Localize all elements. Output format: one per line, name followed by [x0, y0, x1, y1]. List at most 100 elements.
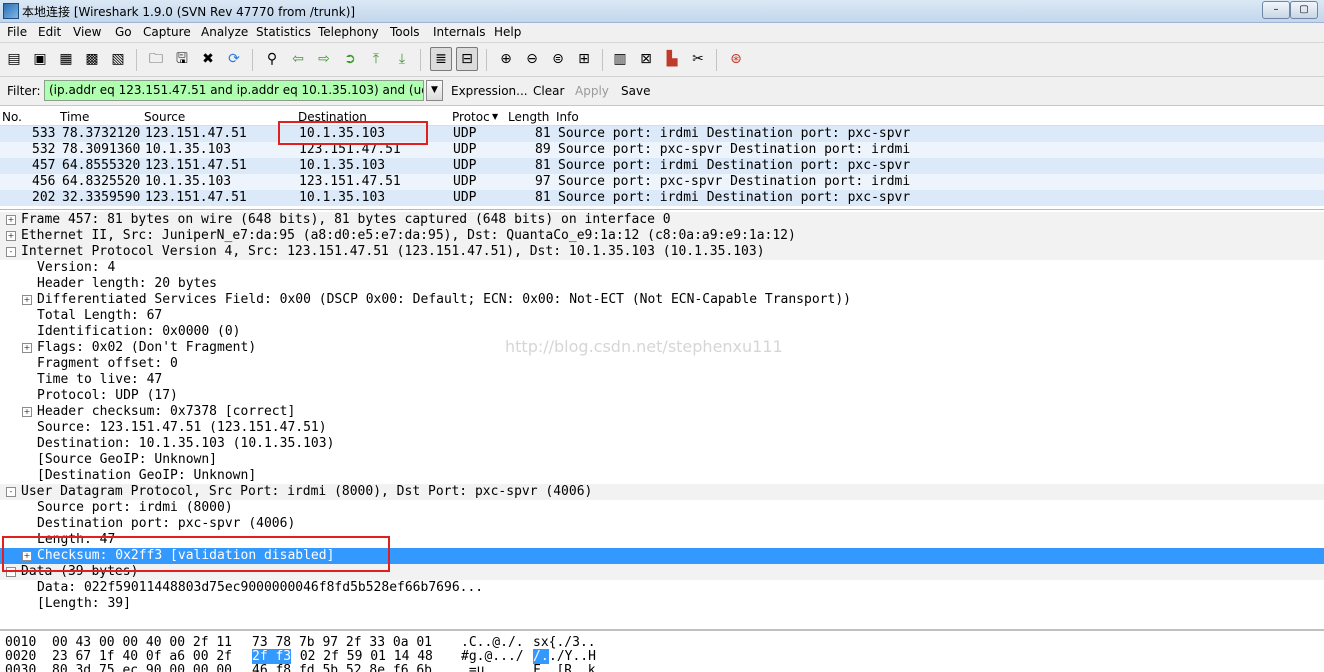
- minimize-button[interactable]: –: [1262, 1, 1290, 19]
- hex-ascii-highlighted: /.: [533, 649, 549, 664]
- expression-button[interactable]: Expression...: [451, 84, 528, 98]
- expand-icon[interactable]: +: [6, 231, 16, 241]
- tree-item-text: [Destination GeoIP: Unknown]: [37, 468, 257, 483]
- protocol-tree-field[interactable]: Total Length: 67: [0, 308, 1324, 324]
- collapse-icon[interactable]: -: [6, 487, 16, 497]
- menu-analyze[interactable]: Analyze: [201, 25, 248, 39]
- protocol-tree-field[interactable]: Destination: 10.1.35.103 (10.1.35.103): [0, 436, 1324, 452]
- menu-go[interactable]: Go: [115, 25, 132, 39]
- clear-button[interactable]: Clear: [533, 84, 564, 98]
- menu-edit[interactable]: Edit: [38, 25, 61, 39]
- column-header-length[interactable]: Length: [508, 110, 549, 124]
- close-file-icon[interactable]: ✖: [198, 49, 218, 69]
- hex-bytes: 73 78 7b 97 2f 33 0a 01: [252, 635, 433, 650]
- expand-icon[interactable]: +: [6, 215, 16, 225]
- tree-item-text: Source: 123.151.47.51 (123.151.47.51): [37, 420, 327, 435]
- start-capture-icon[interactable]: ▦: [56, 49, 76, 69]
- column-header-source[interactable]: Source: [144, 110, 185, 124]
- expand-icon[interactable]: +: [22, 295, 32, 305]
- menu-tools[interactable]: Tools: [390, 25, 420, 39]
- capture-filters-icon[interactable]: ▥: [610, 49, 630, 69]
- protocol-tree-field[interactable]: Destination port: pxc-spvr (4006): [0, 516, 1324, 532]
- capture-options-icon[interactable]: ▣: [30, 49, 50, 69]
- packet-row[interactable]: 456 64.8325520 10.1.35.103 123.151.47.51…: [0, 174, 1324, 190]
- go-last-icon[interactable]: ⤓: [392, 49, 412, 69]
- preferences-icon[interactable]: ✂: [688, 49, 708, 69]
- protocol-tree-field[interactable]: Length: 47: [0, 532, 1324, 548]
- display-filters-icon[interactable]: ⊠: [636, 49, 656, 69]
- find-packet-icon[interactable]: ⚲: [262, 49, 282, 69]
- column-header-info[interactable]: Info: [556, 110, 579, 124]
- tree-item-text: Checksum: 0x2ff3 [validation disabled]: [37, 548, 335, 563]
- packet-row[interactable]: 202 32.3359590 123.151.47.51 10.1.35.103…: [0, 190, 1324, 206]
- protocol-tree-field[interactable]: + Header checksum: 0x7378 [correct]: [0, 404, 1324, 420]
- packet-row[interactable]: 532 78.3091360 10.1.35.103 123.151.47.51…: [0, 142, 1324, 158]
- packet-info: Source port: irdmi Destination port: pxc…: [558, 190, 911, 205]
- menu-telephony[interactable]: Telephony: [318, 25, 379, 39]
- help-icon[interactable]: ⊛: [726, 49, 746, 69]
- column-header-time[interactable]: Time: [60, 110, 89, 124]
- protocol-tree-header[interactable]: - Internet Protocol Version 4, Src: 123.1…: [0, 244, 1324, 260]
- column-header-destination[interactable]: Destination: [298, 110, 367, 124]
- coloring-rules-icon[interactable]: ▙: [662, 49, 682, 69]
- protocol-tree-header[interactable]: + Frame 457: 81 bytes on wire (648 bits),…: [0, 212, 1324, 228]
- display-filter-input[interactable]: (ip.addr eq 123.151.47.51 and ip.addr eq…: [44, 80, 424, 101]
- restart-capture-icon[interactable]: ▧: [108, 49, 128, 69]
- zoom-normal-icon[interactable]: ⊜: [548, 49, 568, 69]
- protocol-tree-field[interactable]: [Source GeoIP: Unknown]: [0, 452, 1324, 468]
- menu-internals[interactable]: Internals: [433, 25, 486, 39]
- go-to-packet-icon[interactable]: ➲: [340, 49, 360, 69]
- packet-protocol: UDP: [453, 190, 477, 205]
- hex-ascii: .C..@./.: [461, 635, 524, 650]
- stop-capture-icon[interactable]: ▩: [82, 49, 102, 69]
- protocol-tree-field[interactable]: Header length: 20 bytes: [0, 276, 1324, 292]
- autoscroll-icon[interactable]: ⊟: [456, 47, 478, 71]
- resize-columns-icon[interactable]: ⊞: [574, 49, 594, 69]
- packet-length: 81: [535, 158, 551, 173]
- column-header-no[interactable]: No.: [2, 110, 22, 124]
- collapse-icon[interactable]: -: [6, 247, 16, 257]
- protocol-tree-field[interactable]: Time to live: 47: [0, 372, 1324, 388]
- protocol-tree-field[interactable]: [Length: 39]: [0, 596, 1324, 612]
- open-file-icon[interactable]: 🗀: [146, 49, 166, 69]
- protocol-tree-field[interactable]: + Differentiated Services Field: 0x00 (DS…: [0, 292, 1324, 308]
- apply-button[interactable]: Apply: [575, 84, 609, 98]
- go-back-icon[interactable]: ⇦: [288, 49, 308, 69]
- interface-list-icon[interactable]: ▤: [4, 49, 24, 69]
- reload-icon[interactable]: ⟳: [224, 49, 244, 69]
- protocol-tree-field[interactable]: Version: 4: [0, 260, 1324, 276]
- filter-history-dropdown[interactable]: ▼: [426, 80, 443, 101]
- protocol-tree-header[interactable]: - User Datagram Protocol, Src Port: irdmi…: [0, 484, 1324, 500]
- menu-capture[interactable]: Capture: [143, 25, 191, 39]
- protocol-tree-field[interactable]: [Destination GeoIP: Unknown]: [0, 468, 1324, 484]
- protocol-tree-field[interactable]: Fragment offset: 0: [0, 356, 1324, 372]
- menu-view[interactable]: View: [73, 25, 101, 39]
- colorize-icon[interactable]: ≣: [430, 47, 452, 71]
- packet-row[interactable]: 457 64.8555320 123.151.47.51 10.1.35.103…: [0, 158, 1324, 174]
- save-filter-button[interactable]: Save: [621, 84, 650, 98]
- expand-icon[interactable]: +: [22, 551, 32, 561]
- packet-row[interactable]: 533 78.3732120 123.151.47.51 10.1.35.103…: [0, 126, 1324, 142]
- zoom-out-icon[interactable]: ⊖: [522, 49, 542, 69]
- menu-statistics[interactable]: Statistics: [256, 25, 311, 39]
- tree-item-text: Identification: 0x0000 (0): [37, 324, 241, 339]
- packet-info: Source port: pxc-spvr Destination port: …: [558, 174, 911, 189]
- collapse-icon[interactable]: -: [6, 567, 16, 577]
- menu-help[interactable]: Help: [494, 25, 521, 39]
- zoom-in-icon[interactable]: ⊕: [496, 49, 516, 69]
- go-forward-icon[interactable]: ⇨: [314, 49, 334, 69]
- menu-file[interactable]: File: [7, 25, 27, 39]
- maximize-button[interactable]: ▢: [1290, 1, 1318, 19]
- column-header-protocol[interactable]: Protoc: [452, 110, 490, 124]
- protocol-tree-field[interactable]: Protocol: UDP (17): [0, 388, 1324, 404]
- protocol-tree-field[interactable]: + Checksum: 0x2ff3 [validation disabled]: [0, 548, 1324, 564]
- protocol-tree-field[interactable]: Source: 123.151.47.51 (123.151.47.51): [0, 420, 1324, 436]
- protocol-tree-field[interactable]: Source port: irdmi (8000): [0, 500, 1324, 516]
- save-file-icon[interactable]: 🖫: [172, 49, 192, 69]
- protocol-tree-header[interactable]: - Data (39 bytes): [0, 564, 1324, 580]
- protocol-tree-field[interactable]: Data: 022f59011448803d75ec9000000046f8fd…: [0, 580, 1324, 596]
- go-first-icon[interactable]: ⤒: [366, 49, 386, 69]
- expand-icon[interactable]: +: [22, 407, 32, 417]
- expand-icon[interactable]: +: [22, 343, 32, 353]
- protocol-tree-header[interactable]: + Ethernet II, Src: JuniperN_e7:da:95 (a8…: [0, 228, 1324, 244]
